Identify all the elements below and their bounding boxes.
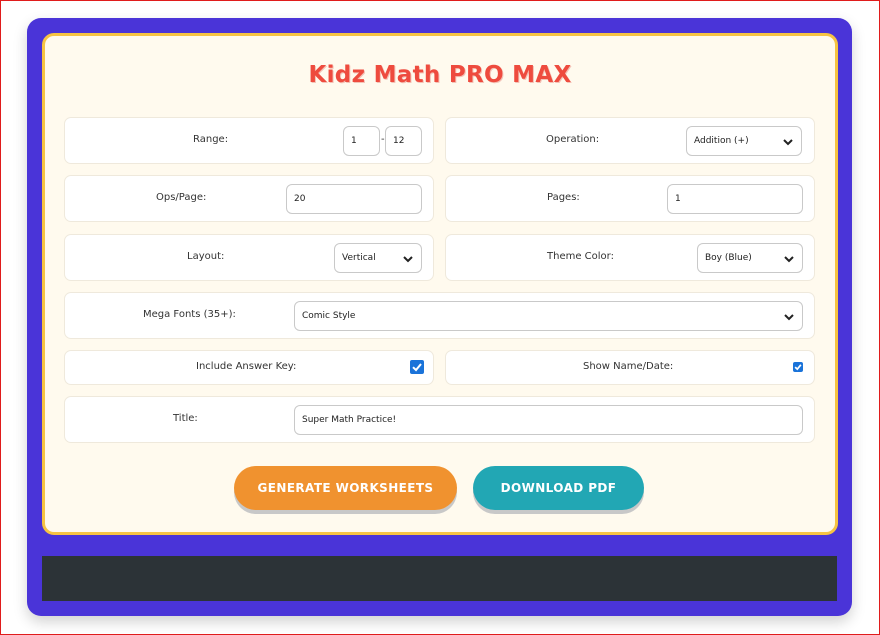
chevron-down-icon: [403, 256, 413, 263]
title-row: Title: Super Math Practice!: [64, 396, 815, 443]
chevron-down-icon: [784, 314, 794, 321]
mega-fonts-select-value: Comic Style: [302, 311, 356, 321]
layout-select-value: Vertical: [342, 253, 376, 263]
layout-label: Layout:: [187, 251, 225, 262]
chevron-down-icon: [784, 256, 794, 263]
range-row: Range: 1 - 12: [64, 117, 434, 164]
checkmark-icon: [412, 363, 422, 372]
pages-label: Pages:: [547, 192, 580, 203]
answer-key-row: Include Answer Key:: [64, 350, 434, 385]
settings-card: Kidz Math PRO MAX: [42, 33, 838, 535]
mega-fonts-select[interactable]: Comic Style: [294, 301, 803, 331]
pages-input[interactable]: 1: [667, 184, 803, 214]
name-date-label: Show Name/Date:: [583, 361, 674, 372]
mega-fonts-label: Mega Fonts (35+):: [143, 309, 236, 320]
layout-row: Layout: Vertical: [64, 234, 434, 281]
chevron-down-icon: [783, 139, 793, 146]
theme-color-row: Theme Color: Boy (Blue): [445, 234, 815, 281]
theme-color-select[interactable]: Boy (Blue): [697, 243, 803, 273]
app-title: Kidz Math PRO MAX: [308, 62, 572, 88]
title-label: Title:: [173, 413, 198, 424]
download-pdf-button[interactable]: DOWNLOAD PDF: [473, 466, 644, 510]
theme-color-label: Theme Color:: [547, 251, 614, 262]
answer-key-checkbox[interactable]: [410, 360, 424, 374]
operation-select[interactable]: Addition (+): [686, 126, 802, 156]
name-date-checkbox[interactable]: [793, 362, 803, 372]
name-date-row: Show Name/Date:: [445, 350, 815, 385]
operation-select-value: Addition (+): [694, 136, 749, 146]
answer-key-label: Include Answer Key:: [196, 361, 297, 372]
layout-select[interactable]: Vertical: [334, 243, 422, 273]
pages-row: Pages: 1: [445, 175, 815, 222]
title-input[interactable]: Super Math Practice!: [294, 405, 803, 435]
generate-worksheets-button[interactable]: GENERATE WORKSHEETS: [234, 466, 457, 510]
ops-per-page-input[interactable]: 20: [286, 184, 422, 214]
ops-per-page-label: Ops/Page:: [156, 192, 207, 203]
range-label: Range:: [193, 134, 229, 145]
operation-row: Operation: Addition (+): [445, 117, 815, 164]
range-min-input[interactable]: 1: [343, 126, 380, 156]
range-max-input[interactable]: 12: [385, 126, 422, 156]
mega-fonts-row: Mega Fonts (35+): Comic Style: [64, 292, 815, 339]
ops-per-page-row: Ops/Page: 20: [64, 175, 434, 222]
preview-panel: [42, 556, 837, 601]
operation-label: Operation:: [546, 134, 600, 145]
checkmark-icon: [794, 364, 802, 371]
theme-color-select-value: Boy (Blue): [705, 253, 752, 263]
